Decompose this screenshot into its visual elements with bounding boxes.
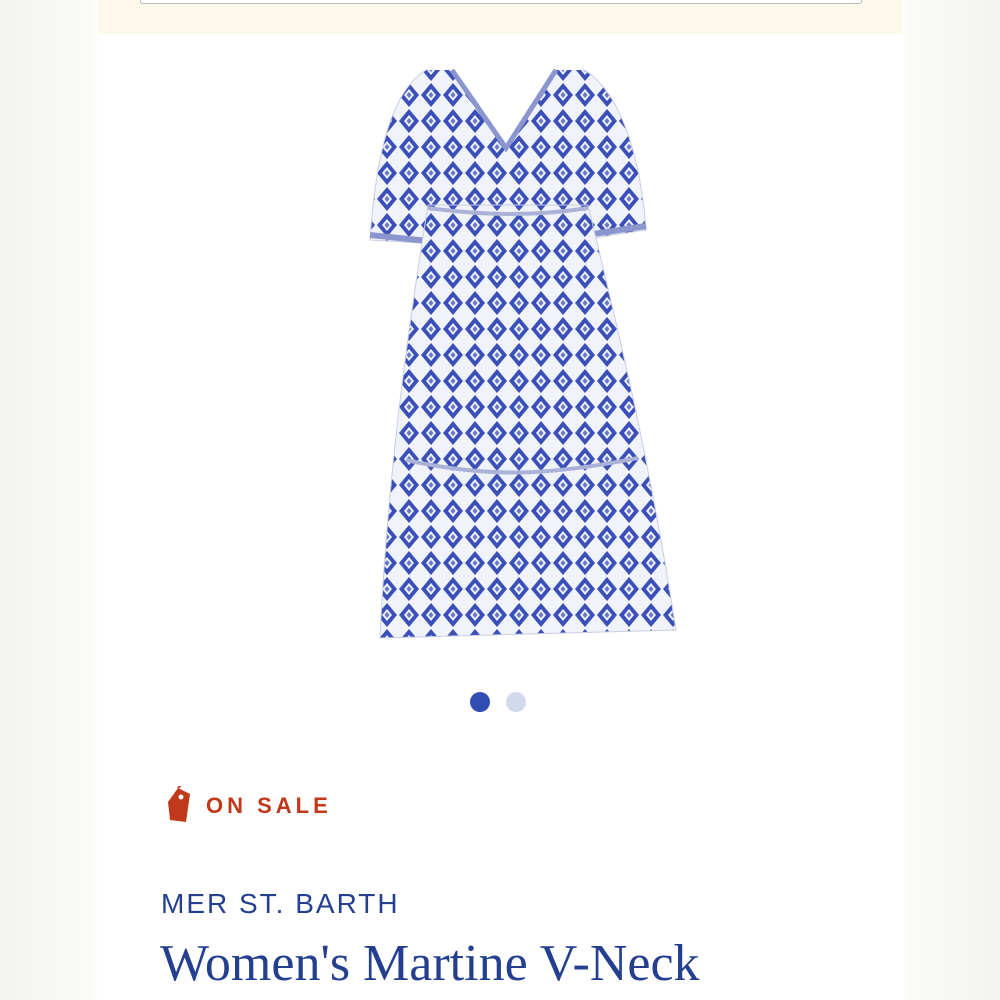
product-image[interactable]	[288, 30, 718, 670]
carousel-dots	[470, 692, 526, 712]
sale-label: ON SALE	[206, 793, 332, 818]
carousel-dot-2[interactable]	[506, 692, 526, 712]
product-title: Women's Martine V-Neck	[160, 935, 700, 992]
carousel-dot-1[interactable]	[470, 692, 490, 712]
dress-illustration	[369, 68, 677, 639]
price-tag-icon	[168, 786, 190, 822]
product-page: ON SALE MER ST. BARTH Women's Martine V-…	[98, 0, 903, 1000]
banner-search-bar[interactable]	[140, 0, 862, 4]
top-banner	[98, 0, 903, 34]
brand-name[interactable]: MER ST. BARTH	[161, 888, 400, 920]
sale-badge: ON SALE	[166, 786, 332, 826]
